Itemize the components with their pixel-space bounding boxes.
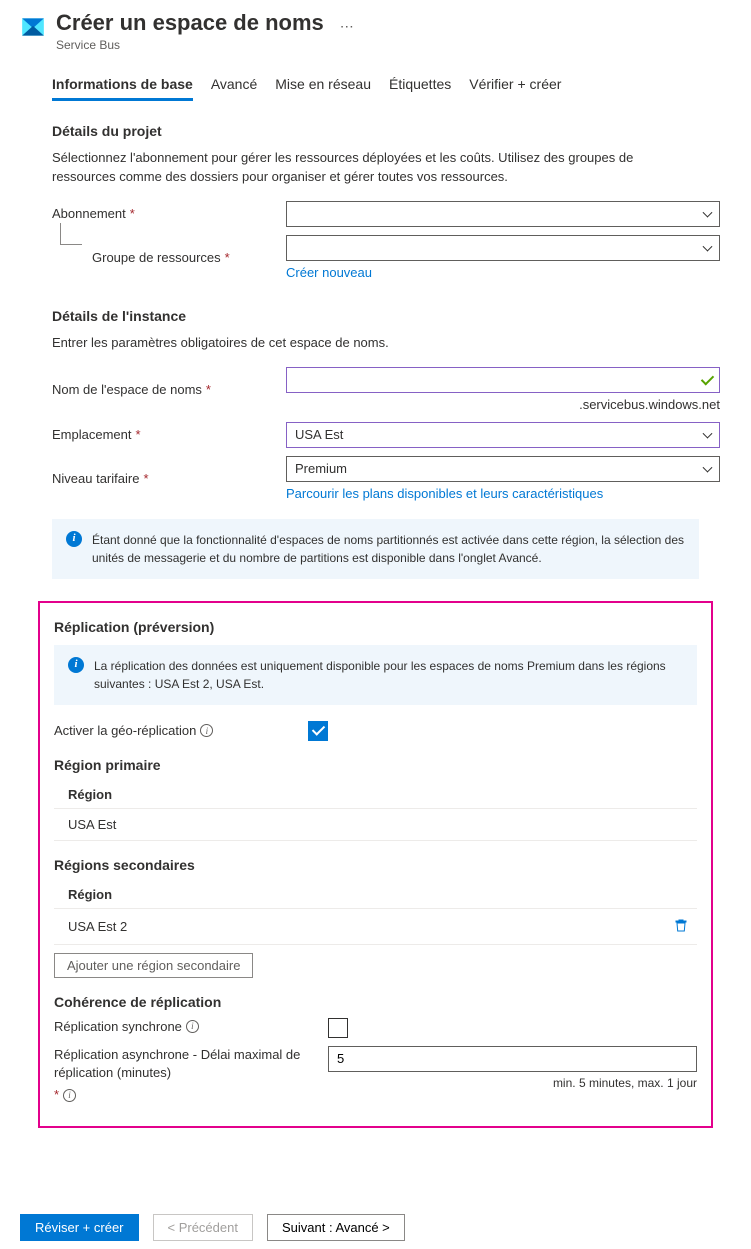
footer-actions: Réviser + créer < Précédent Suivant : Av…: [0, 1206, 751, 1249]
secondary-region-col-header: Région: [54, 881, 697, 909]
info-icon: i: [66, 531, 82, 547]
review-create-button[interactable]: Réviser + créer: [20, 1214, 139, 1241]
primary-region-heading: Région primaire: [54, 757, 697, 773]
delete-icon[interactable]: [673, 917, 689, 936]
browse-plans-link[interactable]: Parcourir les plans disponibles et leurs…: [286, 486, 720, 501]
instance-details-desc: Entrer les paramètres obligatoires de ce…: [52, 334, 699, 353]
replication-heading: Réplication (préversion): [54, 619, 697, 635]
secondary-region-row: USA Est 2: [54, 909, 697, 945]
tier-select[interactable]: Premium: [286, 456, 720, 482]
resource-group-select[interactable]: [286, 235, 720, 261]
info-icon: i: [68, 657, 84, 673]
async-lag-input[interactable]: [328, 1046, 697, 1072]
namespace-suffix: .servicebus.windows.net: [286, 397, 720, 412]
subscription-select[interactable]: [286, 201, 720, 227]
previous-button: < Précédent: [153, 1214, 253, 1241]
more-menu[interactable]: ⋯: [340, 10, 354, 35]
tab-networking[interactable]: Mise en réseau: [275, 70, 371, 101]
tab-tags[interactable]: Étiquettes: [389, 70, 451, 101]
sync-replication-label: Réplication synchrone i: [54, 1018, 318, 1036]
consistency-heading: Cohérence de réplication: [54, 994, 697, 1010]
service-bus-icon: [20, 14, 46, 40]
help-icon[interactable]: i: [63, 1089, 76, 1102]
next-button[interactable]: Suivant : Avancé >: [267, 1214, 405, 1241]
tree-connector: [60, 223, 82, 245]
page-title: Créer un espace de noms: [56, 10, 324, 36]
location-select[interactable]: USA Est: [286, 422, 720, 448]
namespace-input[interactable]: [286, 367, 720, 393]
page-subtitle: Service Bus: [56, 38, 324, 52]
primary-region-row: USA Est: [54, 809, 697, 841]
help-icon[interactable]: i: [186, 1020, 199, 1033]
enable-geo-checkbox[interactable]: [308, 721, 328, 741]
chevron-down-icon: [703, 428, 713, 438]
tier-label: Niveau tarifaire*: [52, 471, 286, 486]
project-details-heading: Détails du projet: [52, 123, 731, 139]
chevron-down-icon: [703, 241, 713, 251]
tab-basics[interactable]: Informations de base: [52, 70, 193, 101]
namespace-label: Nom de l'espace de noms*: [52, 382, 286, 397]
enable-geo-label: Activer la géo-réplication i: [54, 723, 308, 738]
create-new-link[interactable]: Créer nouveau: [286, 265, 720, 280]
instance-details-heading: Détails de l'instance: [52, 308, 731, 324]
project-details-desc: Sélectionnez l'abonnement pour gérer les…: [52, 149, 699, 187]
async-lag-hint: min. 5 minutes, max. 1 jour: [328, 1076, 697, 1090]
replication-section: Réplication (préversion) i La réplicatio…: [38, 601, 713, 1129]
chevron-down-icon: [703, 462, 713, 472]
help-icon[interactable]: i: [200, 724, 213, 737]
sync-replication-checkbox[interactable]: [328, 1018, 348, 1038]
add-secondary-region-button[interactable]: Ajouter une région secondaire: [54, 953, 253, 978]
tab-review[interactable]: Vérifier + créer: [469, 70, 561, 101]
primary-region-col-header: Région: [54, 781, 697, 809]
async-replication-label: Réplication asynchrone - Délai maximal d…: [54, 1046, 318, 1105]
resource-group-label: Groupe de ressources*: [92, 250, 286, 265]
replication-info-box: i La réplication des données est uniquem…: [54, 645, 697, 705]
partition-info-box: i Étant donné que la fonctionnalité d'es…: [52, 519, 699, 579]
subscription-label: Abonnement*: [52, 206, 286, 221]
tab-advanced[interactable]: Avancé: [211, 70, 257, 101]
location-label: Emplacement*: [52, 427, 286, 442]
tab-bar: Informations de base Avancé Mise en rése…: [52, 70, 731, 101]
secondary-regions-heading: Régions secondaires: [54, 857, 697, 873]
chevron-down-icon: [703, 207, 713, 217]
